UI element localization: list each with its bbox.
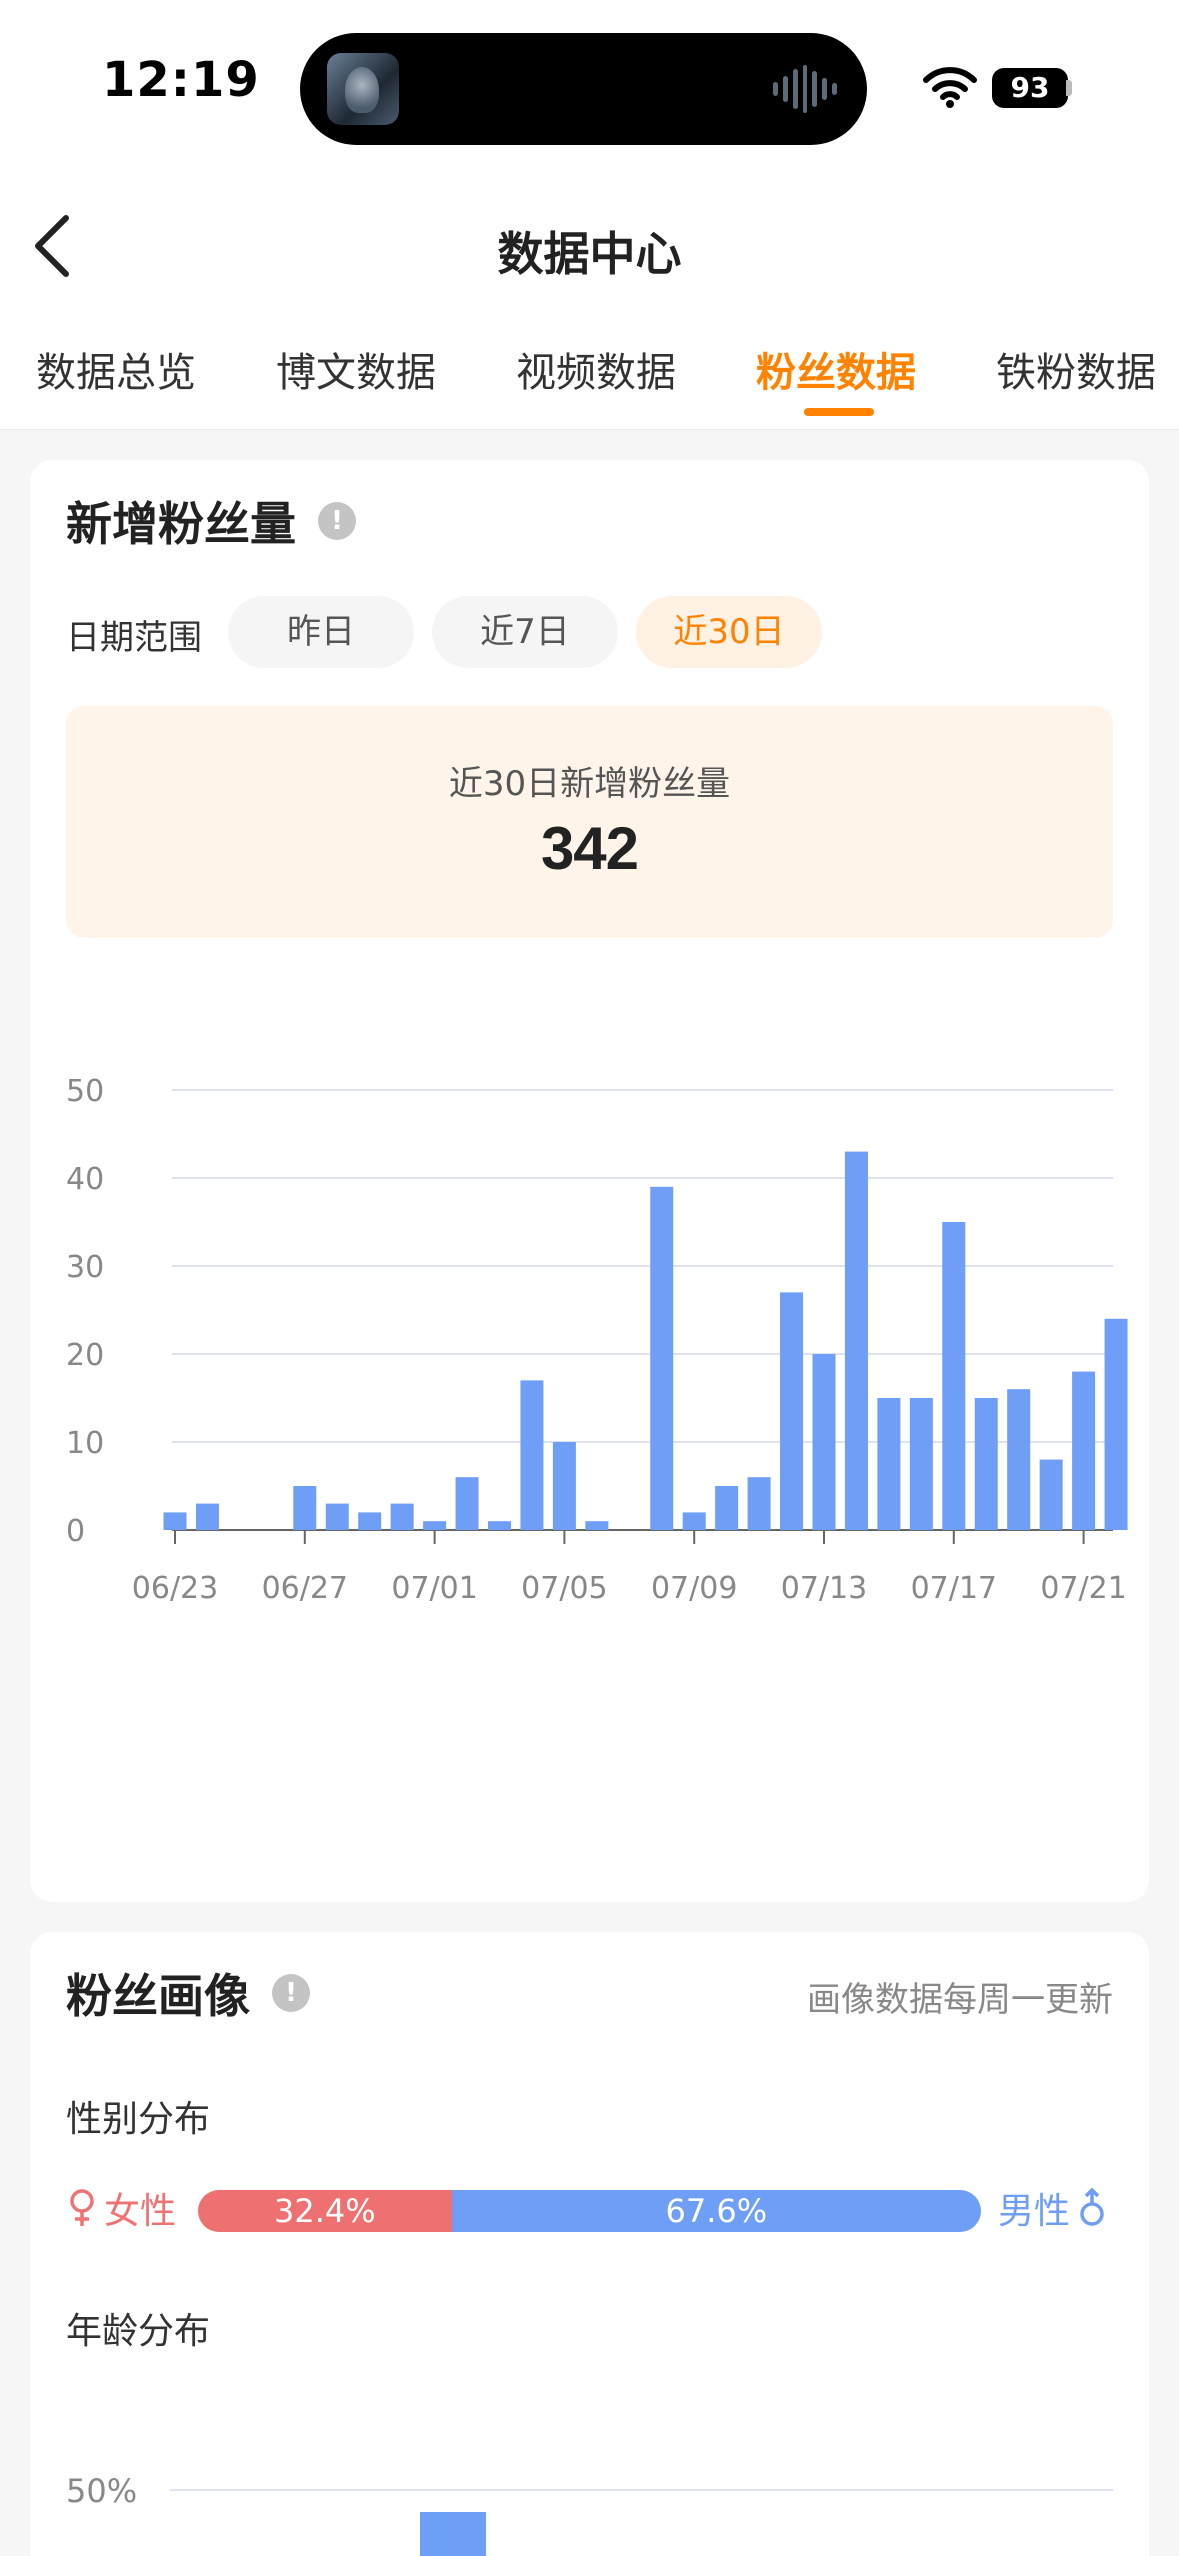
female-symbol-icon <box>70 2189 94 2226</box>
chart-bar <box>585 1521 609 1530</box>
wifi-icon <box>923 67 977 108</box>
x-tick-label: 07/17 <box>911 1571 997 1606</box>
x-tick-label: 07/09 <box>651 1571 737 1606</box>
x-tick-label: 06/23 <box>132 1571 218 1606</box>
female-label: 女性 <box>66 2182 176 2234</box>
chart-bar <box>942 1222 966 1530</box>
chart-bar <box>780 1292 804 1530</box>
chart-bar <box>715 1486 739 1530</box>
battery-tip <box>1066 80 1072 96</box>
age-distribution-chart[interactable]: 50% <box>30 2422 1149 2556</box>
y-tick-label: 10 <box>66 1426 104 1461</box>
status-bar: 12:19 93 <box>0 0 1179 170</box>
x-tick-label: 07/05 <box>521 1571 607 1606</box>
chart-bar <box>358 1512 382 1530</box>
chart-bar <box>650 1186 674 1530</box>
summary-label: 近30日新增粉丝量 <box>448 764 731 804</box>
nav-bar: 数据中心 <box>0 170 1179 290</box>
chart-bar <box>325 1503 349 1530</box>
age-title: 年龄分布 <box>66 2311 211 2352</box>
y-tick-label: 0 <box>66 1514 85 1549</box>
chart-bar <box>974 1398 998 1530</box>
chart-bar <box>682 1512 706 1530</box>
gender-title: 性别分布 <box>66 2099 211 2140</box>
gender-distribution-bar[interactable]: 32.4% 67.6% <box>198 2190 981 2232</box>
chart-bar <box>455 1477 479 1530</box>
x-tick-label: 06/27 <box>262 1571 348 1606</box>
new-fans-card: 新增粉丝量 ! 日期范围 昨日 近7日 近30日 近30日新增粉丝量 342 0… <box>30 460 1149 1902</box>
chart-bar <box>909 1398 933 1530</box>
tab-videos[interactable]: 视频数据 <box>516 340 676 398</box>
audio-waveform-icon <box>773 65 838 113</box>
chart-bar <box>1007 1389 1031 1530</box>
chart-bar <box>747 1477 771 1530</box>
fan-portrait-card: 粉丝画像 ! 画像数据每周一更新 性别分布 女性 32.4% 67.6% 男性 … <box>30 1932 1149 2556</box>
summary-box: 近30日新增粉丝量 342 <box>66 706 1113 938</box>
chart-bar <box>520 1380 544 1530</box>
chart-bar <box>1039 1459 1063 1530</box>
chart-bar <box>552 1442 576 1530</box>
chart-bar <box>812 1354 836 1530</box>
y-tick-label: 30 <box>66 1250 104 1285</box>
portrait-update-note: 画像数据每周一更新 <box>807 1980 1113 2020</box>
chart-bar <box>423 1521 447 1530</box>
male-segment: 67.6% <box>451 2190 981 2232</box>
tab-iron-fans[interactable]: 铁粉数据 <box>996 340 1156 398</box>
summary-value: 342 <box>540 815 639 882</box>
y-tick-label: 40 <box>66 1162 104 1197</box>
chart-bar <box>844 1151 868 1530</box>
chart-bar <box>390 1503 414 1530</box>
dynamic-island[interactable] <box>300 33 867 145</box>
chart-bar <box>163 1512 187 1530</box>
chart-bar <box>195 1503 219 1530</box>
chart-bar <box>1072 1371 1096 1530</box>
info-icon[interactable]: ! <box>272 1974 310 2012</box>
album-art-icon[interactable] <box>327 53 399 125</box>
status-time: 12:19 <box>102 52 260 108</box>
age-y-tick: 50% <box>66 2472 137 2510</box>
info-icon[interactable]: ! <box>318 502 356 540</box>
chart-bar <box>488 1521 511 1530</box>
chart-bar <box>293 1486 317 1530</box>
page-title: 数据中心 <box>497 227 682 281</box>
battery-indicator: 93 <box>992 68 1068 108</box>
tab-fans[interactable]: 粉丝数据 <box>756 340 916 398</box>
y-tick-label: 50 <box>66 1074 104 1109</box>
female-segment: 32.4% <box>198 2190 452 2232</box>
y-tick-label: 20 <box>66 1338 104 1373</box>
tab-overview[interactable]: 数据总览 <box>36 340 196 398</box>
portrait-title: 粉丝画像 <box>66 1969 250 2023</box>
male-text: 男性 <box>998 2191 1071 2232</box>
female-text: 女性 <box>104 2191 177 2232</box>
chip-30-days[interactable]: 近30日 <box>636 596 822 668</box>
chart-bar <box>1104 1318 1128 1530</box>
date-range-label: 日期范围 <box>66 618 202 658</box>
male-symbol-icon <box>1080 2188 1104 2226</box>
tab-bar: 数据总览 博文数据 视频数据 粉丝数据 铁粉数据 <box>0 290 1179 430</box>
age-bar <box>420 2512 486 2556</box>
x-tick-label: 07/01 <box>391 1571 477 1606</box>
new-fans-title: 新增粉丝量 <box>66 497 296 551</box>
chip-7-days[interactable]: 近7日 <box>432 596 618 668</box>
new-fans-bar-chart[interactable]: 0 10 20 30 40 50 06/23 06/27 07/01 07/05 07/09 07/1… <box>30 960 1149 1840</box>
x-tick-label: 07/21 <box>1040 1571 1126 1606</box>
male-label: 男性 <box>998 2182 1108 2234</box>
tab-posts[interactable]: 博文数据 <box>276 340 436 398</box>
chart-bar <box>877 1398 901 1530</box>
x-tick-label: 07/13 <box>781 1571 867 1606</box>
chip-yesterday[interactable]: 昨日 <box>228 596 414 668</box>
active-tab-indicator <box>804 408 874 416</box>
